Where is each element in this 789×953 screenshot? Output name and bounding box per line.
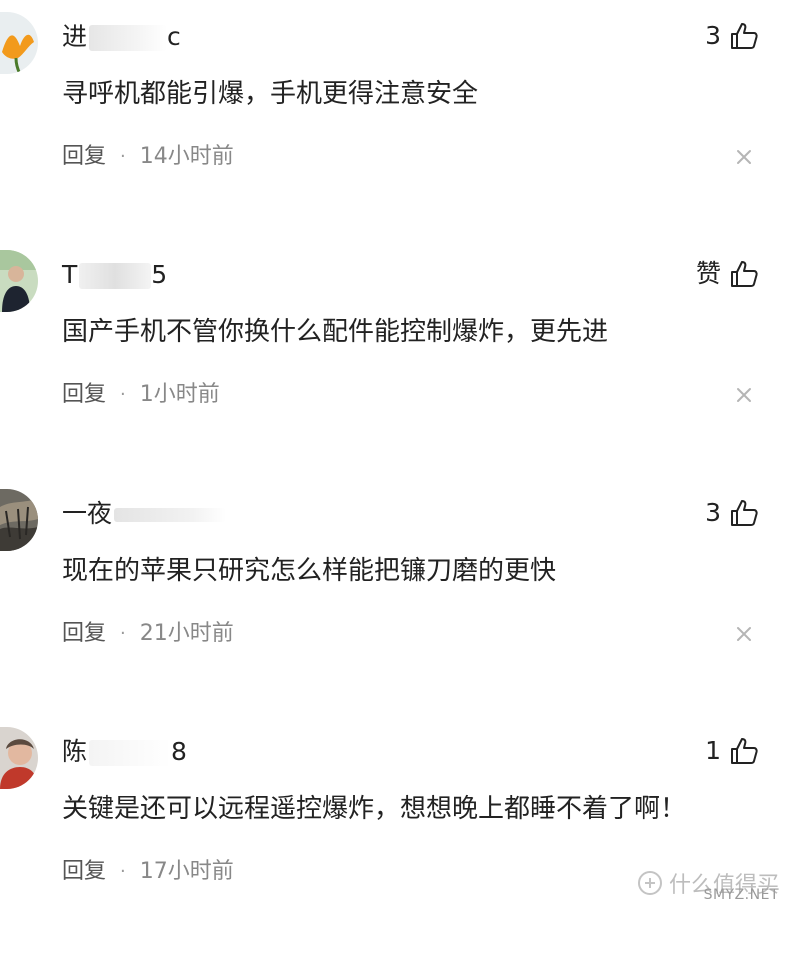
avatar[interactable] <box>0 727 38 789</box>
avatar[interactable] <box>0 12 38 74</box>
username-redaction <box>79 263 152 289</box>
username-tail: 8 <box>171 737 187 766</box>
thumbs-up-icon <box>731 500 758 526</box>
like-button[interactable]: 赞 <box>696 256 759 292</box>
like-button[interactable]: 3 <box>705 495 759 531</box>
thumbs-up-icon <box>731 738 758 764</box>
timestamp: 17小时前 <box>139 859 234 884</box>
comment-text: 关键是还可以远程遥控爆炸，想想晚上都睡不着了啊！ <box>62 794 687 824</box>
like-count: 1 <box>705 736 721 765</box>
username-tail: c <box>167 22 181 51</box>
comment-item: 一夜 3 现在的苹果只研究怎么样能把镰刀磨的更快 回复 · 21小时前 <box>0 477 789 715</box>
comment-item: T5 赞 国产手机不管你换什么配件能控制爆炸，更先进 回复 · 1小时前 <box>0 238 789 476</box>
close-icon[interactable] <box>733 146 755 168</box>
username-redaction <box>114 508 227 522</box>
username-redaction <box>89 25 168 51</box>
comment-item: 陈8 1 关键是还可以远程遥控爆炸，想想晚上都睡不着了啊！ 回复 · 17小时前 <box>0 715 789 953</box>
thumbs-up-icon <box>731 23 758 49</box>
like-count: 3 <box>705 21 721 50</box>
watermark-site: SMYZ.NET <box>703 887 779 903</box>
watermark-text: 什么值得买 SMYZ.NET <box>668 873 779 903</box>
username-text: 陈 <box>62 737 88 766</box>
timestamp: 21小时前 <box>139 621 234 646</box>
username[interactable]: T5 <box>62 258 167 292</box>
reply-button[interactable]: 回复 <box>62 140 106 174</box>
like-button[interactable]: 3 <box>705 18 759 54</box>
username[interactable]: 进c <box>62 20 181 54</box>
comment-text: 寻呼机都能引爆，手机更得注意安全 <box>62 79 479 109</box>
separator-dot: · <box>120 623 126 644</box>
username-text: 一夜 <box>62 499 113 528</box>
comment-item: 进c 3 寻呼机都能引爆，手机更得注意安全 回复 · 14小时前 <box>0 0 789 238</box>
separator-dot: · <box>120 384 126 405</box>
close-icon[interactable] <box>733 623 755 645</box>
like-count: 赞 <box>695 259 721 288</box>
watermark: 什么值得买 SMYZ.NET <box>637 867 779 903</box>
comment-text: 国产手机不管你换什么配件能控制爆炸，更先进 <box>62 317 609 347</box>
like-button[interactable]: 1 <box>705 733 759 769</box>
username[interactable]: 一夜 <box>62 497 227 531</box>
username[interactable]: 陈8 <box>62 735 187 769</box>
comment-meta: 回复 · 1小时前 <box>62 378 220 412</box>
comment-meta: 回复 · 17小时前 <box>62 855 234 889</box>
close-icon[interactable] <box>733 384 755 406</box>
separator-dot: · <box>120 146 126 167</box>
reply-button[interactable]: 回复 <box>62 855 106 889</box>
username-redaction <box>89 740 172 766</box>
reply-button[interactable]: 回复 <box>62 378 106 412</box>
watermark-logo-icon <box>637 871 662 895</box>
separator-dot: · <box>120 861 126 882</box>
timestamp: 14小时前 <box>139 144 234 169</box>
username-text: T <box>62 260 78 289</box>
username-tail: 5 <box>151 260 168 289</box>
username-text: 进 <box>62 22 88 51</box>
comment-meta: 回复 · 21小时前 <box>62 617 234 651</box>
comment-text: 现在的苹果只研究怎么样能把镰刀磨的更快 <box>62 556 557 586</box>
like-count: 3 <box>705 498 721 527</box>
timestamp: 1小时前 <box>139 382 220 407</box>
reply-button[interactable]: 回复 <box>62 617 106 651</box>
thumbs-up-icon <box>731 261 758 287</box>
avatar[interactable] <box>0 489 38 551</box>
comment-meta: 回复 · 14小时前 <box>62 140 234 174</box>
avatar[interactable] <box>0 250 38 312</box>
